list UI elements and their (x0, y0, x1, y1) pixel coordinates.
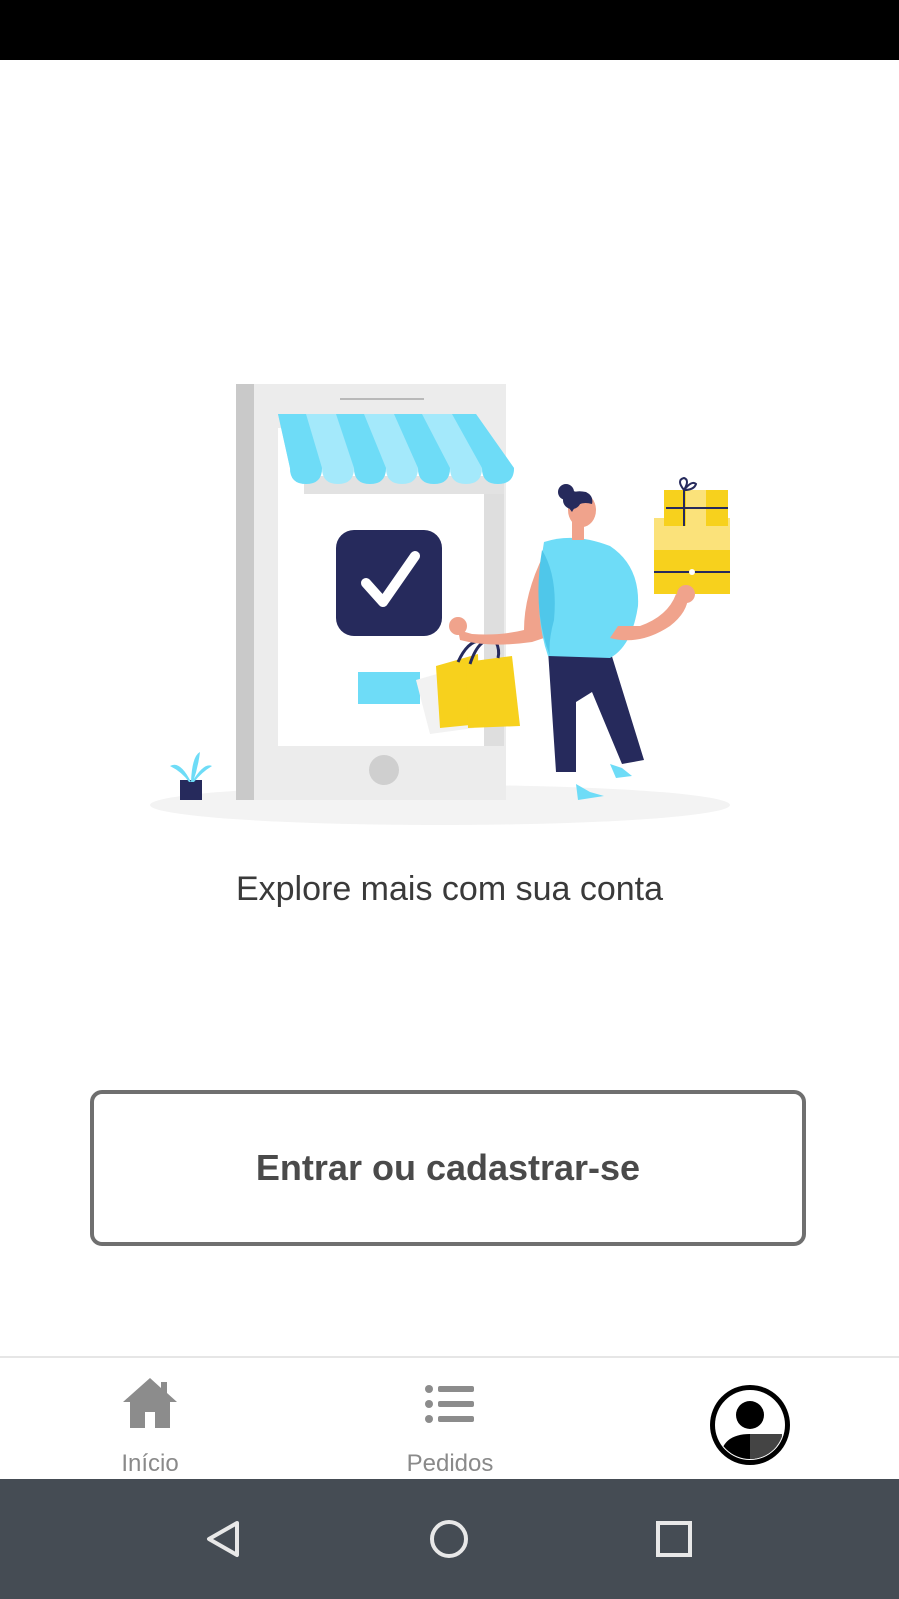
home-circle-icon[interactable] (417, 1507, 481, 1571)
empty-state-message: Explore mais com sua conta (235, 870, 664, 908)
tab-account[interactable] (640, 1358, 860, 1479)
login-or-signup-button[interactable]: Entrar ou cadastrar-se (90, 1090, 806, 1246)
list-icon (425, 1385, 474, 1423)
tab-home[interactable]: Início (40, 1358, 260, 1479)
tab-orders-label: Pedidos (406, 1450, 494, 1477)
system-navigation-bar (0, 1479, 899, 1599)
tab-home-label: Início (121, 1450, 179, 1477)
home-icon (123, 1378, 177, 1428)
bottom-tab-bar: Início Pedidos (0, 1356, 899, 1479)
back-icon[interactable] (193, 1507, 257, 1571)
recents-icon[interactable] (642, 1507, 706, 1571)
account-icon (710, 1385, 790, 1465)
status-bar (0, 0, 899, 60)
shopping-illustration (150, 384, 730, 825)
tab-orders[interactable]: Pedidos (340, 1358, 560, 1479)
login-button-label: Entrar ou cadastrar-se (255, 1147, 641, 1188)
